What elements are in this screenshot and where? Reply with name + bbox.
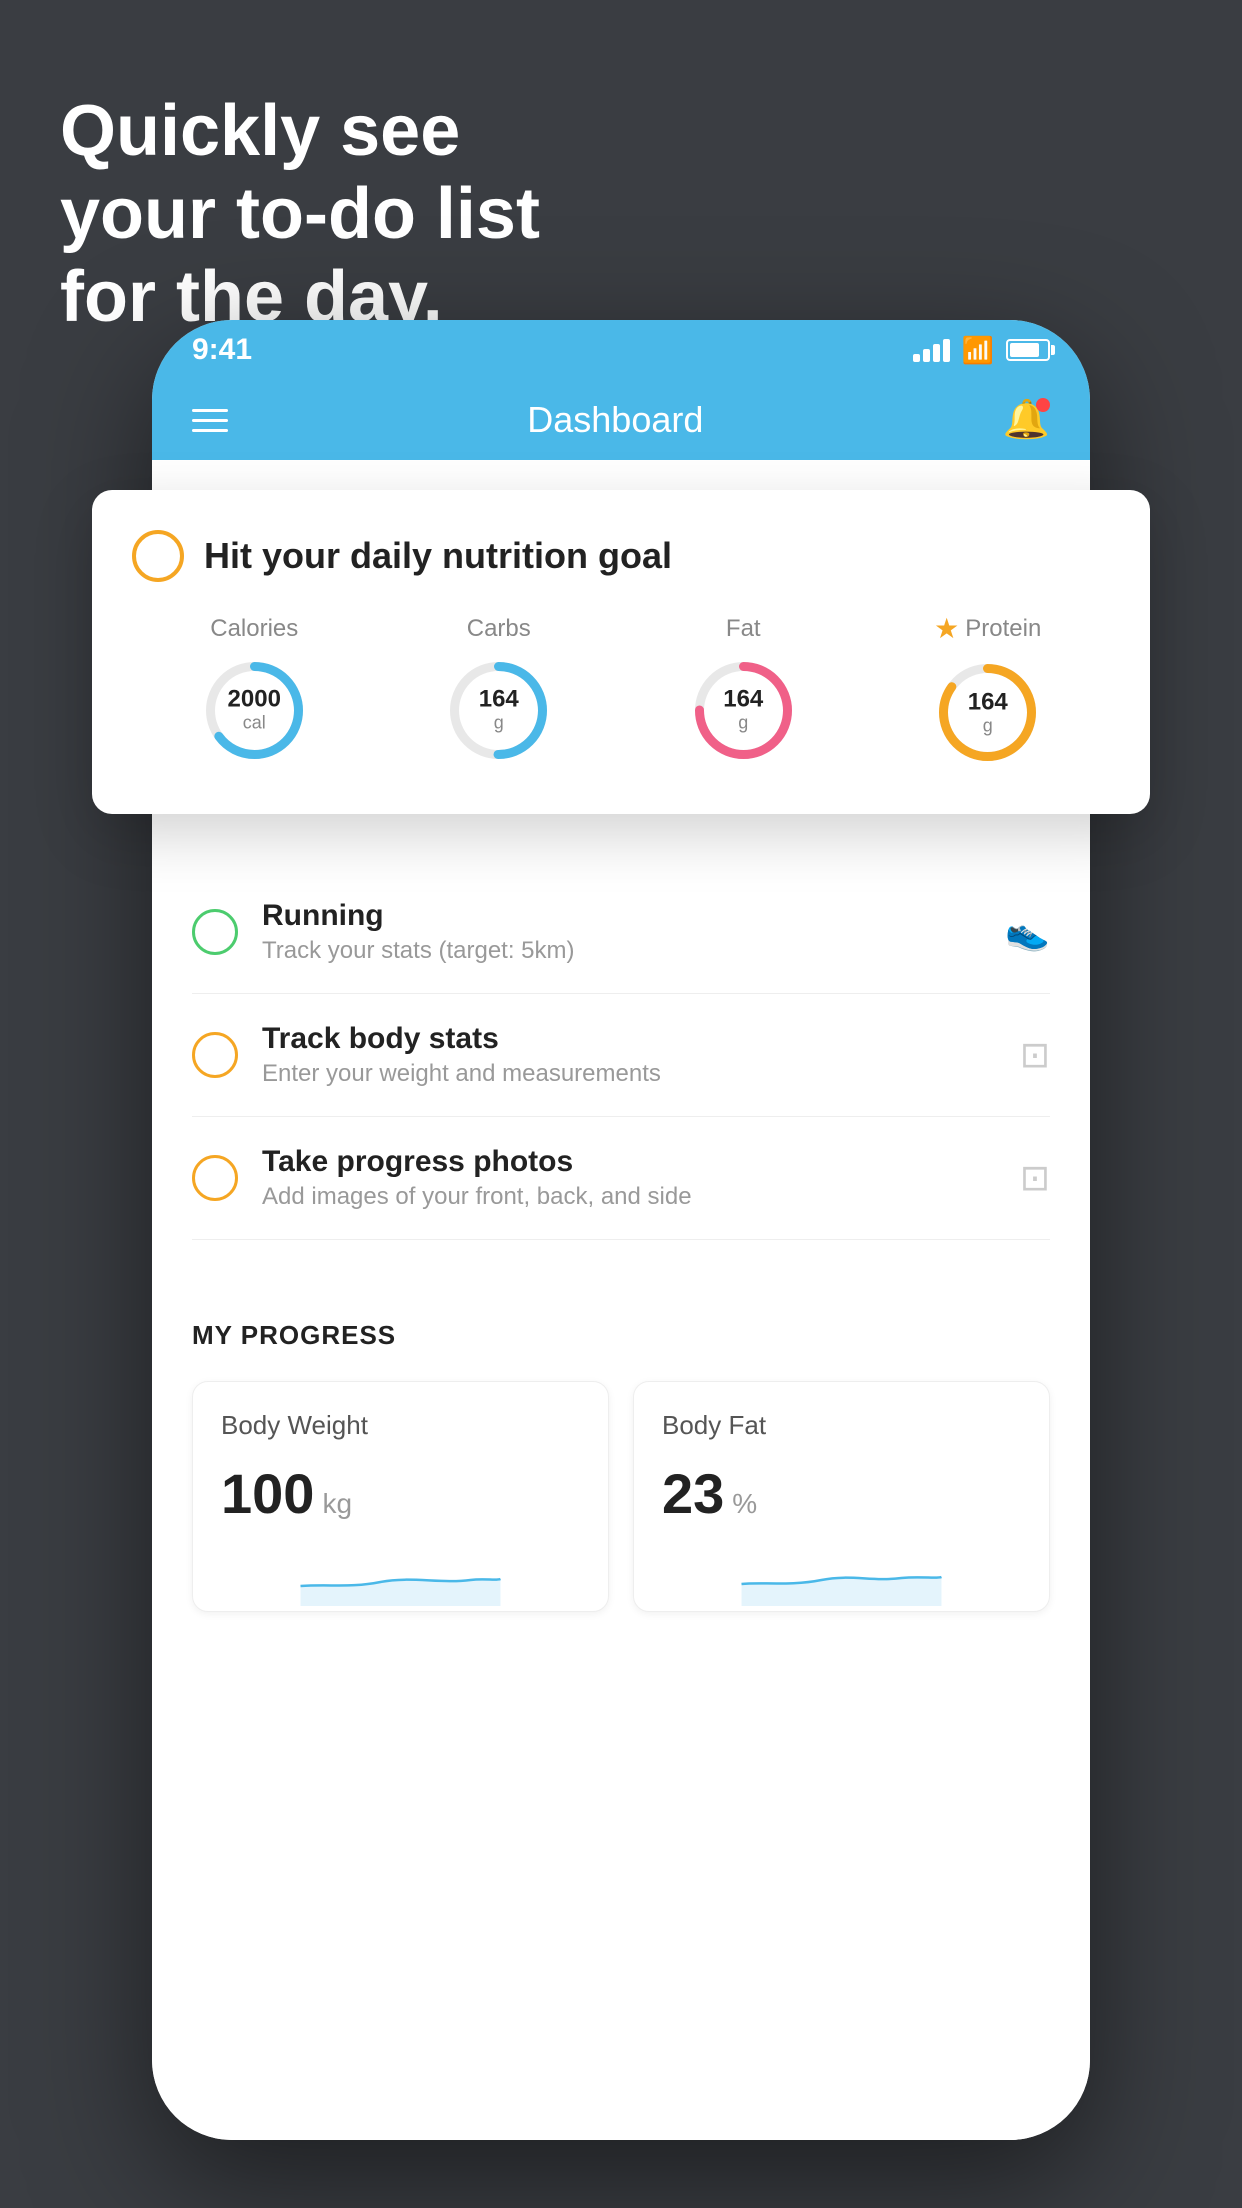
body-weight-unit: kg [322,1488,352,1520]
todo-item-running[interactable]: Running Track your stats (target: 5km) 👟 [192,871,1050,994]
nutrition-card: Hit your daily nutrition goal Calories 2… [92,490,1150,814]
status-time: 9:41 [192,333,252,367]
fat-donut: 164 g [686,653,801,768]
body-weight-title: Body Weight [221,1410,580,1441]
todo-title-running: Running [262,899,981,933]
carbs-donut: 164 g [441,653,556,768]
carbs-label: Carbs [467,615,531,643]
progress-section: MY PROGRESS Body Weight 100 kg Body Fat [152,1280,1090,1612]
calories-label: Calories [210,615,298,643]
nutrition-carbs: Carbs 164 g [441,615,556,768]
body-weight-card: Body Weight 100 kg [192,1381,609,1612]
menu-button[interactable] [192,409,228,432]
protein-donut: 164 g [930,655,1045,770]
protein-label: Protein [965,615,1041,643]
todo-text-body-stats: Track body stats Enter your weight and m… [262,1022,996,1088]
body-weight-value: 100 kg [221,1461,580,1526]
calories-donut: 2000 cal [197,653,312,768]
wifi-icon: 📶 [962,335,994,366]
nav-bar: Dashboard 🔔 [152,380,1090,460]
progress-cards: Body Weight 100 kg Body Fat 23 % [192,1381,1050,1612]
photo-icon: ⊡ [1020,1157,1050,1199]
scale-icon: ⊡ [1020,1034,1050,1076]
carbs-value: 164 [479,686,519,712]
status-bar: 9:41 📶 [152,320,1090,380]
nutrition-card-header-row: Hit your daily nutrition goal [132,530,1110,582]
body-fat-unit: % [732,1488,757,1520]
body-fat-value: 23 % [662,1461,1021,1526]
todo-subtitle-running: Track your stats (target: 5km) [262,937,981,965]
calories-value: 2000 [228,686,281,712]
protein-star-icon: ★ [934,612,959,645]
body-fat-card: Body Fat 23 % [633,1381,1050,1612]
todo-item-body-stats[interactable]: Track body stats Enter your weight and m… [192,994,1050,1117]
todo-text-running: Running Track your stats (target: 5km) [262,899,981,965]
notification-button[interactable]: 🔔 [1003,398,1050,442]
todo-subtitle-body-stats: Enter your weight and measurements [262,1060,996,1088]
progress-header: MY PROGRESS [192,1320,1050,1351]
nutrition-calories: Calories 2000 cal [197,615,312,768]
notification-badge [1036,398,1050,412]
protein-unit: g [968,715,1008,736]
calories-unit: cal [228,713,281,734]
nutrition-check-circle [132,530,184,582]
todo-item-progress-photos[interactable]: Take progress photos Add images of your … [192,1117,1050,1240]
todo-list: Running Track your stats (target: 5km) 👟… [152,871,1090,1240]
nutrition-grid: Calories 2000 cal Carbs [132,612,1110,770]
fat-value: 164 [723,686,763,712]
todo-circle-running [192,909,238,955]
protein-value: 164 [968,689,1008,715]
todo-circle-body-stats [192,1032,238,1078]
todo-text-photos: Take progress photos Add images of your … [262,1145,996,1211]
headline-text: Quickly see your to-do list for the day. [60,90,540,338]
running-icon: 👟 [1005,911,1050,953]
body-fat-num: 23 [662,1461,724,1526]
fat-unit: g [723,713,763,734]
nav-title: Dashboard [527,399,703,441]
todo-title-body-stats: Track body stats [262,1022,996,1056]
todo-subtitle-photos: Add images of your front, back, and side [262,1183,996,1211]
status-icons: 📶 [913,335,1050,366]
body-fat-title: Body Fat [662,1410,1021,1441]
todo-circle-photos [192,1155,238,1201]
nutrition-card-title: Hit your daily nutrition goal [204,535,672,577]
signal-icon [913,339,950,362]
carbs-unit: g [479,713,519,734]
battery-icon [1006,339,1050,361]
nutrition-fat: Fat 164 g [686,615,801,768]
body-weight-chart [221,1546,580,1606]
nutrition-protein: ★ Protein 164 g [930,612,1045,770]
todo-title-photos: Take progress photos [262,1145,996,1179]
fat-label: Fat [726,615,761,643]
body-weight-num: 100 [221,1461,314,1526]
body-fat-chart [662,1546,1021,1606]
